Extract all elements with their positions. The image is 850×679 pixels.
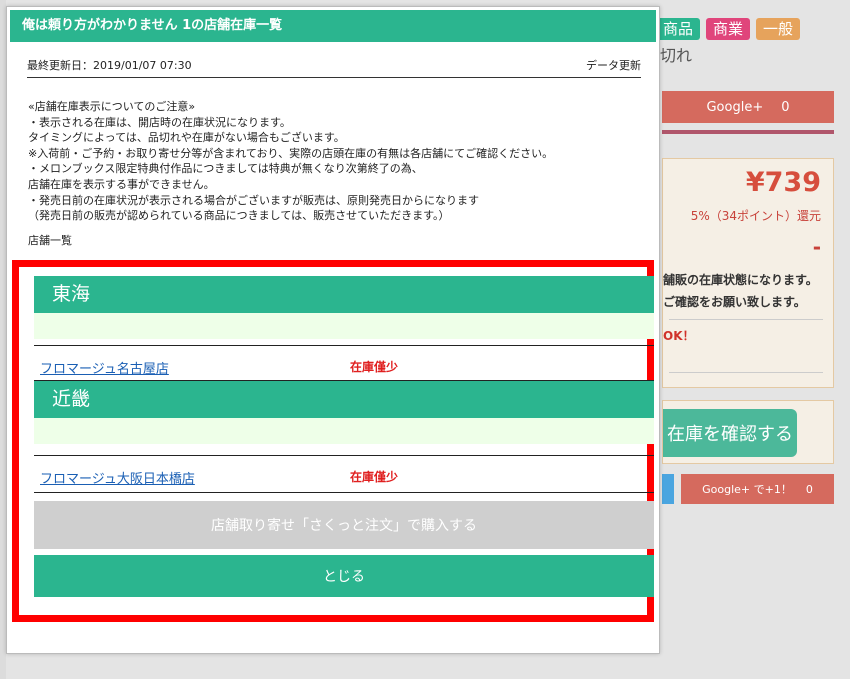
- region-spacer: [34, 418, 654, 444]
- divider-bar: [662, 130, 834, 134]
- highlight-frame: 東海 フロマージュ名古屋店 在庫僅少 近畿 フロマージュ大阪日本橋店 在庫僅少 …: [12, 260, 654, 622]
- notice-line: ・発売日前の在庫状況が表示される場合がございますが販売は、原則発売日からになりま…: [28, 193, 479, 207]
- ok-text: OK！: [663, 329, 695, 343]
- tag-general[interactable]: 一般: [756, 18, 801, 40]
- notice-line: «店舗在庫表示についてのご注意»: [28, 100, 196, 113]
- notice-line: ・表示される在庫は、開店時の在庫状況になります。: [28, 115, 291, 129]
- panel-divider: [669, 372, 823, 373]
- google-plus-count: 0: [781, 99, 790, 115]
- store-row: フロマージュ名古屋店 在庫僅少: [40, 358, 650, 378]
- divider: [34, 455, 654, 456]
- check-stock-panel: 在庫を確認する: [662, 400, 834, 464]
- refresh-data-link[interactable]: データ更新: [586, 57, 641, 79]
- google-plus-label: Google+: [706, 99, 764, 115]
- price-panel: ¥739 5%（34ポイント）還元 - 舗販の在庫状態になります。 ご確認をお願…: [662, 158, 834, 388]
- stock-status-text: 切れ: [660, 46, 693, 65]
- notice-line: （発売日前の販売が認められている商品につきましては、販売させていただきます。）: [28, 209, 450, 223]
- store-stock-modal: 俺は頼り方がわかりません 1の店舗在庫一覧 最終更新日：2019/01/07 0…: [6, 6, 660, 654]
- google-plus-one-button[interactable]: Google+ で+1！ 0: [681, 474, 834, 504]
- close-button[interactable]: とじる: [34, 555, 654, 597]
- notice-line: タイミングによっては、品切れや在庫がない場合もございます。: [28, 131, 345, 145]
- divider: [34, 345, 654, 346]
- tag-commercial[interactable]: 商業: [706, 18, 751, 40]
- stock-status: 在庫僅少: [350, 470, 399, 484]
- points-reward: 5%（34ポイント）還元: [690, 209, 821, 223]
- meta-row: 最終更新日：2019/01/07 07:30 データ更新: [27, 57, 641, 79]
- check-stock-button[interactable]: 在庫を確認する: [663, 409, 797, 457]
- stock-notice-line-1: 舗販の在庫状態になります。: [663, 273, 818, 287]
- google-plus-one-count: 0: [805, 482, 813, 496]
- region-header-kinki: 近畿: [34, 381, 654, 418]
- store-link-osaka-nipponbashi[interactable]: フロマージュ大阪日本橋店: [40, 468, 195, 487]
- order-store-button[interactable]: 店舗取り寄せ「さくっと注文」で購入する: [34, 501, 654, 549]
- region-spacer: [34, 313, 654, 339]
- store-link-nagoya[interactable]: フロマージュ名古屋店: [40, 358, 169, 377]
- store-row: フロマージュ大阪日本橋店 在庫僅少: [40, 468, 650, 488]
- google-plus-share-button[interactable]: Google+ 0: [662, 91, 834, 123]
- tag-goods[interactable]: 商品: [656, 18, 701, 40]
- price: ¥739: [745, 167, 821, 198]
- divider: [27, 77, 641, 78]
- stock-status: 在庫僅少: [350, 360, 399, 374]
- share-button-blue[interactable]: [662, 474, 674, 504]
- last-updated: 最終更新日：2019/01/07 07:30: [27, 59, 192, 72]
- category-tags: 商品 商業 一般: [656, 18, 801, 40]
- stock-notice: «店舗在庫表示についてのご注意» ・表示される在庫は、開店時の在庫状況になります。…: [28, 99, 648, 224]
- notice-line: ・メロンブックス限定特典付作品につきましては特典が無くなり次第終了の為、: [28, 162, 423, 176]
- modal-title: 俺は頼り方がわかりません 1の店舗在庫一覧: [10, 10, 656, 42]
- notice-line: ※入荷前・ご予約・お取り寄せ分等が含まれており、実際の店頭在庫の有無は各店舗にて…: [28, 146, 554, 160]
- notice-line: 店舗在庫を表示する事ができません。: [28, 177, 215, 191]
- store-list-heading: 店舗一覧: [28, 234, 72, 247]
- price-dash: -: [812, 235, 821, 259]
- google-plus-one-label: Google+ で+1！: [702, 483, 792, 496]
- stock-notice-line-2: ご確認をお願い致します。: [663, 295, 806, 309]
- region-header-tokai: 東海: [34, 276, 654, 313]
- panel-divider: [669, 319, 823, 320]
- divider: [34, 492, 654, 493]
